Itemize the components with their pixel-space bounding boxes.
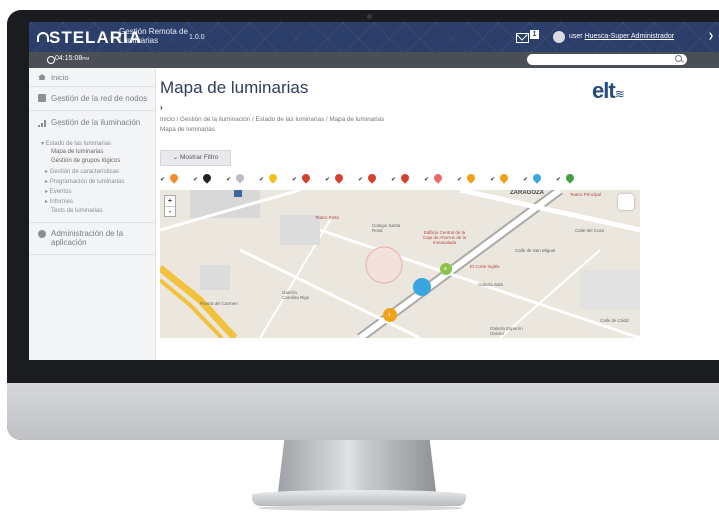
map-label: Calle del Coso (575, 228, 605, 233)
elt-logo: elt≋ (592, 78, 625, 103)
map-streets (160, 190, 640, 338)
layers-icon[interactable] (618, 194, 634, 210)
checkbox-icon[interactable]: ✔ (391, 176, 396, 183)
map-label: Galería Carolina Rigo (282, 290, 310, 300)
legend-item[interactable]: ✔ (358, 172, 384, 187)
legend-item[interactable]: ✔ (325, 172, 351, 187)
legend-item[interactable]: ✔ (193, 172, 219, 187)
legend-item[interactable]: ✔ (490, 172, 516, 187)
legend-item[interactable]: ✔ (259, 172, 285, 187)
checkbox-icon[interactable]: ✔ (424, 176, 429, 183)
checkbox-icon[interactable]: ✔ (292, 176, 297, 183)
map-label: Colegio Santa Rosa (372, 223, 401, 233)
cluster-count[interactable]: 1 (388, 312, 391, 317)
checkbox-icon[interactable]: ✔ (523, 176, 528, 183)
legend-item[interactable]: ✔ (391, 172, 417, 187)
checkbox-icon[interactable]: ✔ (325, 176, 330, 183)
checkbox-icon[interactable]: ✔ (358, 176, 363, 183)
legend-item[interactable]: ✔ (457, 172, 483, 187)
stand-shadow (258, 505, 463, 511)
checkbox-icon[interactable]: ✔ (160, 176, 165, 183)
map-label: El Corte Inglés (470, 264, 500, 269)
map-label: Puerta del Carmen (200, 301, 238, 306)
map-label: Edificio Central de la Caja de Ahorros d… (422, 230, 467, 245)
map-pin-icon (498, 172, 510, 184)
legend-item[interactable]: ✔ (292, 172, 318, 187)
map-pin-icon (267, 172, 279, 184)
map-view[interactable]: + - ZARAGOZA Teatro Principal Teatro Fle… (160, 190, 640, 338)
map-pin-icon (168, 172, 180, 184)
map-pin-icon (366, 172, 378, 184)
checkbox-icon[interactable]: ✔ (556, 176, 561, 183)
map-label: Galería Esporrin Onivito (490, 326, 523, 336)
zoom-out-button[interactable]: - (165, 207, 175, 217)
map-label: Galería Sala (478, 282, 504, 287)
map-label: ZARAGOZA (510, 190, 544, 196)
show-filter-button[interactable]: ⌄ Mostrar Filtro (160, 150, 231, 166)
map-pin-icon (564, 172, 576, 184)
monitor-stand (278, 440, 436, 492)
map-label: Teatro Fleta (315, 215, 339, 220)
checkbox-icon[interactable]: ✔ (193, 176, 198, 183)
map-pin-icon (399, 172, 411, 184)
checkbox-icon[interactable]: ✔ (490, 176, 495, 183)
map-pin-icon (465, 172, 477, 184)
map-label: Calle de San Miguel (515, 248, 556, 253)
legend-item[interactable]: ✔ (556, 172, 582, 187)
map-pin-icon (333, 172, 345, 184)
status-legend: ✔ ✔ ✔ ✔ ✔ ✔ ✔ ✔ ✔ ✔ ✔ ✔ ✔ (160, 172, 620, 189)
map-pin-icon (234, 172, 246, 184)
zoom-control[interactable]: + - (164, 195, 176, 217)
checkbox-icon[interactable]: ✔ (457, 176, 462, 183)
map-pin-icon (300, 172, 312, 184)
legend-item[interactable]: ✔ (424, 172, 450, 187)
map-label: Teatro Principal (570, 192, 602, 197)
legend-item[interactable]: ✔ (523, 172, 549, 187)
checkbox-icon[interactable]: ✔ (259, 176, 264, 183)
map-pin-icon (201, 172, 213, 184)
camera (367, 14, 372, 19)
zoom-in-button[interactable]: + (165, 196, 175, 207)
map-label: Calle de Cádiz (600, 318, 630, 323)
cluster-count[interactable]: 2 (444, 266, 447, 271)
map-pin-icon (531, 172, 543, 184)
page-title: Mapa de luminarias (160, 78, 309, 97)
monitor-chin (7, 383, 719, 440)
breadcrumb[interactable]: Inicio / Gestión de la iluminación / Est… (160, 116, 384, 123)
breadcrumb-toggle-icon[interactable]: › (160, 103, 163, 112)
monitor-base (252, 490, 466, 506)
checkbox-icon[interactable]: ✔ (226, 176, 231, 183)
screen: STELARIA Gestión Remota de Luminarias 1.… (29, 22, 719, 360)
legend-item[interactable]: ✔ (226, 172, 252, 187)
map-pin-icon (432, 172, 444, 184)
main-content: Mapa de luminarias elt≋ › Inicio / Gesti… (29, 22, 719, 360)
legend-item[interactable]: ✔ (160, 172, 186, 187)
breadcrumb-current: Mapa de luminarias (160, 126, 215, 133)
